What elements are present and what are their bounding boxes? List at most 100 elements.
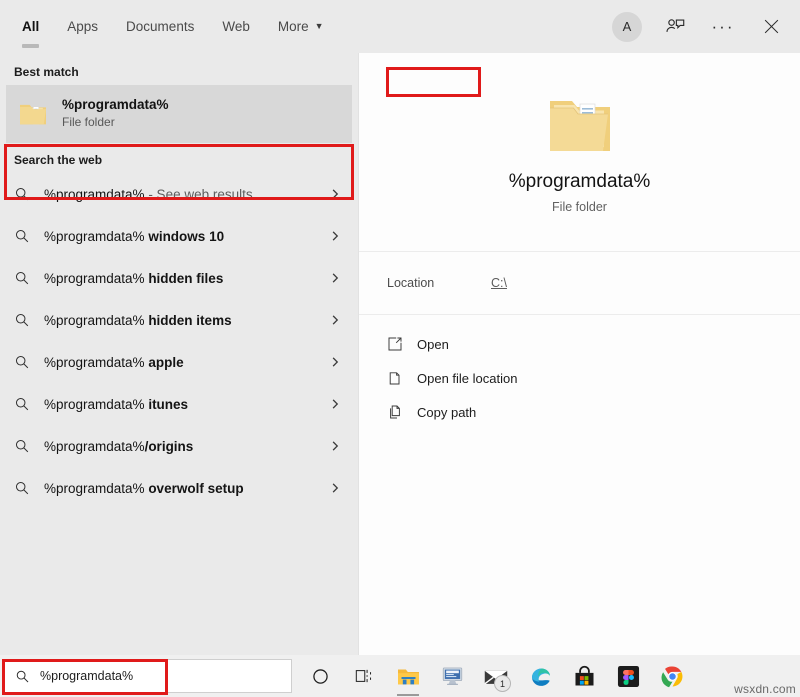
feedback-icon [665,16,686,37]
tab-all[interactable]: All [8,0,53,53]
chrome-button[interactable] [650,655,694,697]
more-options-button[interactable]: ··· [700,4,746,50]
edge-icon [529,665,552,688]
figma-button[interactable] [606,655,650,697]
search-icon [14,270,40,286]
search-icon [14,480,40,496]
tab-web-label: Web [222,19,250,34]
web-result-suggestion: apple [145,355,184,370]
web-result-row[interactable]: %programdata%/origins [0,425,358,467]
ellipsis-icon: ··· [712,18,735,35]
tab-documents-label: Documents [126,19,194,34]
web-result-hint: - See web results [145,187,253,202]
web-result-row[interactable]: %programdata% itunes [0,383,358,425]
web-result-label: %programdata% hidden items [40,313,322,328]
web-result-row[interactable]: %programdata% hidden files [0,257,358,299]
feedback-button[interactable] [652,4,698,50]
chevron-right-icon [322,188,348,200]
web-result-query: %programdata% [44,355,145,370]
web-result-suggestion: /origins [145,439,194,454]
best-match-text: %programdata% File folder [62,97,169,131]
tab-web[interactable]: Web [208,0,264,53]
taskbar-search-box[interactable]: %programdata% [4,659,292,693]
watermark: wsxdn.com [734,682,796,696]
microsoft-store-icon [573,665,596,688]
search-body: Best match %programda [0,53,800,655]
best-match-title: %programdata% [62,97,169,114]
search-icon [14,228,40,244]
web-result-row[interactable]: %programdata% windows 10 [0,215,358,257]
task-view-button[interactable] [342,655,386,697]
web-result-row[interactable]: %programdata% overwolf setup [0,467,358,509]
tab-more[interactable]: More ▼ [264,0,338,53]
web-result-suggestion: windows 10 [145,229,225,244]
location-row: Location C:\ [359,252,800,315]
web-results-list: %programdata% - See web results%programd… [0,173,358,509]
location-label: Location [387,276,491,290]
cortana-button[interactable] [298,655,342,697]
mail-button[interactable]: 1 [474,655,518,697]
action-open-label: Open [417,337,449,352]
header-actions: A ··· [604,0,800,53]
web-result-query: %programdata% [44,481,145,496]
best-match-heading: Best match [0,55,358,85]
chevron-right-icon [322,482,348,494]
edge-button[interactable] [518,655,562,697]
action-open[interactable]: Open [359,327,800,361]
tab-apps-label: Apps [67,19,98,34]
chevron-down-icon: ▼ [315,22,324,31]
figma-icon [617,665,640,688]
chevron-right-icon [322,398,348,410]
search-tabs: All Apps Documents Web More ▼ [0,0,338,53]
action-copy-path[interactable]: Copy path [359,395,800,429]
file-explorer-button[interactable] [386,655,430,697]
preview-header: %programdata% File folder [359,53,800,252]
folder-outline-icon [387,370,417,386]
tab-documents[interactable]: Documents [112,0,208,53]
web-result-query: %programdata% [44,187,145,202]
location-link[interactable]: C:\ [491,276,507,290]
store-button[interactable] [562,655,606,697]
chevron-right-icon [322,356,348,368]
tab-apps[interactable]: Apps [53,0,112,53]
tab-more-label: More [278,19,309,34]
web-result-suggestion: itunes [145,397,189,412]
search-icon [15,669,30,684]
remote-desktop-button[interactable] [430,655,474,697]
search-icon [14,186,40,202]
file-explorer-icon [396,666,421,687]
web-result-suggestion: overwolf setup [145,481,244,496]
chevron-right-icon [322,230,348,242]
preview-title: %programdata% [509,171,651,193]
web-result-label: %programdata% - See web results [40,187,322,202]
taskbar-search-value: %programdata% [40,669,133,683]
account-button[interactable]: A [604,4,650,50]
preview-pane: %programdata% File folder Location C:\ [358,53,800,655]
avatar: A [612,12,642,42]
search-flyout: All Apps Documents Web More ▼ A [0,0,800,655]
web-result-label: %programdata% itunes [40,397,322,412]
best-match-result[interactable]: %programdata% File folder [6,85,352,143]
file-explorer-active-indicator [397,694,419,696]
chevron-right-icon [322,272,348,284]
web-result-label: %programdata%/origins [40,439,322,454]
best-match-wrapper: %programdata% File folder [6,85,352,143]
web-result-row[interactable]: %programdata% hidden items [0,299,358,341]
web-result-row[interactable]: %programdata% - See web results [0,173,358,215]
close-icon [763,18,780,35]
open-in-new-icon [387,336,417,352]
close-button[interactable] [748,4,794,50]
action-open-file-location[interactable]: Open file location [359,361,800,395]
chevron-right-icon [322,440,348,452]
web-result-row[interactable]: %programdata% apple [0,341,358,383]
web-result-query: %programdata% [44,271,145,286]
search-icon [14,312,40,328]
web-result-label: %programdata% windows 10 [40,229,322,244]
copy-icon [387,404,417,420]
preview-actions: Open Open file location [359,315,800,429]
results-pane: Best match %programda [0,53,358,655]
chrome-icon [661,665,684,688]
search-web-heading: Search the web [0,143,358,173]
chevron-right-icon [322,314,348,326]
web-result-label: %programdata% overwolf setup [40,481,322,496]
